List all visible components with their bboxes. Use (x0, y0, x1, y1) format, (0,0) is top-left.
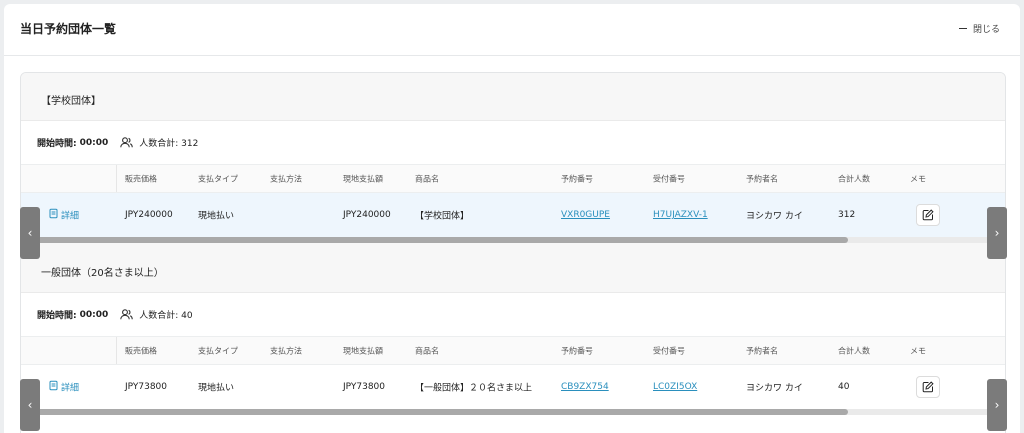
pay-type-cell: 現地払い (198, 383, 235, 394)
group-meta: 開始時間: 00:00 人数合計: 312 (21, 121, 1005, 165)
product-cell: 【学校団体】 (415, 211, 470, 222)
detail-link[interactable]: 詳細 (49, 380, 80, 394)
table-header: 販売価格 支払タイプ 支払方法 現地支払額 商品名 予約番号 受付番号 予約者名… (21, 337, 1005, 365)
onsite-amount-cell: JPY240000 (343, 210, 391, 220)
horizontal-scrollbar[interactable] (21, 409, 1005, 415)
column-header-price: 販売価格 (125, 346, 157, 355)
column-header-memo: メモ (910, 346, 926, 355)
price-cell: JPY240000 (125, 210, 173, 220)
page-title: 当日予約団体一覧 (20, 22, 117, 36)
memo-button[interactable] (916, 376, 940, 398)
scroll-left-button[interactable]: ‹ (20, 379, 40, 431)
people-icon (120, 309, 134, 320)
document-icon (49, 380, 58, 394)
column-header-price: 販売価格 (125, 174, 157, 183)
chevron-left-icon: ‹ (27, 398, 33, 412)
group-list: 【学校団体】 開始時間: 00:00 人数合計: 312 販売価格 支払タイプ … (20, 72, 1006, 433)
detail-label: 詳細 (61, 383, 80, 394)
onsite-amount-cell: JPY73800 (343, 382, 386, 392)
column-header-total-people: 合計人数 (838, 346, 870, 355)
people-total: 人数合計: 40 (139, 311, 193, 321)
table-row: 詳細 JPY240000 現地払い JPY240000 【学校団体】 VXR0G… (21, 193, 1005, 237)
booker-cell: ヨシカワ カイ (746, 383, 803, 394)
column-header-pay-method: 支払方法 (270, 174, 302, 183)
column-header-reservation-no: 予約番号 (561, 346, 593, 355)
start-time-label: 開始時間: (37, 139, 77, 149)
group-header: 一般団体（20名さま以上） (21, 243, 1005, 293)
column-header-product: 商品名 (415, 174, 439, 183)
scroll-right-button[interactable]: › (987, 207, 1007, 259)
memo-button[interactable] (916, 204, 940, 226)
column-header-booker: 予約者名 (746, 346, 778, 355)
reservation-number-link[interactable]: VXR0GUPE (561, 210, 610, 220)
reservation-number-link[interactable]: CB9ZX754 (561, 382, 609, 392)
group-meta: 開始時間: 00:00 人数合計: 40 (21, 293, 1005, 337)
booker-cell: ヨシカワ カイ (746, 211, 803, 222)
product-cell: 【一般団体】２０名さま以上 (415, 383, 533, 394)
column-header-onsite-amount: 現地支払額 (343, 174, 383, 183)
group-header: 【学校団体】 (21, 73, 1005, 121)
scroll-right-button[interactable]: › (987, 379, 1007, 431)
table-header: 販売価格 支払タイプ 支払方法 現地支払額 商品名 予約番号 受付番号 予約者名… (21, 165, 1005, 193)
chevron-left-icon: ‹ (27, 226, 33, 240)
edit-icon (916, 204, 940, 226)
start-time-value: 00:00 (79, 309, 109, 320)
column-divider (116, 337, 117, 364)
group-name: 【学校団体】 (41, 96, 101, 107)
column-header-receipt-no: 受付番号 (653, 174, 685, 183)
detail-label: 詳細 (61, 211, 80, 222)
detail-link[interactable]: 詳細 (49, 208, 80, 222)
people-icon (120, 137, 134, 148)
minus-icon (958, 27, 967, 30)
pay-type-cell: 現地払い (198, 211, 235, 222)
column-header-product: 商品名 (415, 346, 439, 355)
column-header-reservation-no: 予約番号 (561, 174, 593, 183)
document-icon (49, 208, 58, 222)
column-header-pay-type: 支払タイプ (198, 346, 238, 355)
chevron-right-icon: › (994, 398, 1000, 412)
close-label: 閉じる (972, 25, 1000, 35)
people-total: 人数合計: 312 (139, 139, 199, 149)
scrollbar-thumb[interactable] (21, 409, 848, 415)
chevron-right-icon: › (994, 226, 1000, 240)
edit-icon (916, 376, 940, 398)
price-cell: JPY73800 (125, 382, 168, 392)
column-header-onsite-amount: 現地支払額 (343, 346, 383, 355)
receipt-number-link[interactable]: LC0ZI5OX (653, 382, 697, 392)
group-name: 一般団体（20名さま以上） (41, 268, 164, 279)
column-header-pay-type: 支払タイプ (198, 174, 238, 183)
panel-header: 当日予約団体一覧 閉じる (4, 4, 1020, 56)
reservation-panel: 当日予約団体一覧 閉じる 【学校団体】 開始時間: 00:00 人数合計: 31… (4, 4, 1020, 433)
receipt-number-link[interactable]: H7UJAZXV-1 (653, 210, 708, 220)
column-header-memo: メモ (910, 174, 926, 183)
total-people-cell: 40 (838, 382, 850, 392)
column-header-pay-method: 支払方法 (270, 346, 302, 355)
start-time-label: 開始時間: (37, 311, 77, 321)
start-time-value: 00:00 (79, 137, 109, 148)
total-people-cell: 312 (838, 210, 856, 220)
close-button[interactable]: 閉じる (958, 22, 1000, 35)
scroll-left-button[interactable]: ‹ (20, 207, 40, 259)
column-header-booker: 予約者名 (746, 174, 778, 183)
column-header-total-people: 合計人数 (838, 174, 870, 183)
table-row: 詳細 JPY73800 現地払い JPY73800 【一般団体】２０名さま以上 … (21, 365, 1005, 409)
column-divider (116, 165, 117, 192)
column-header-receipt-no: 受付番号 (653, 346, 685, 355)
